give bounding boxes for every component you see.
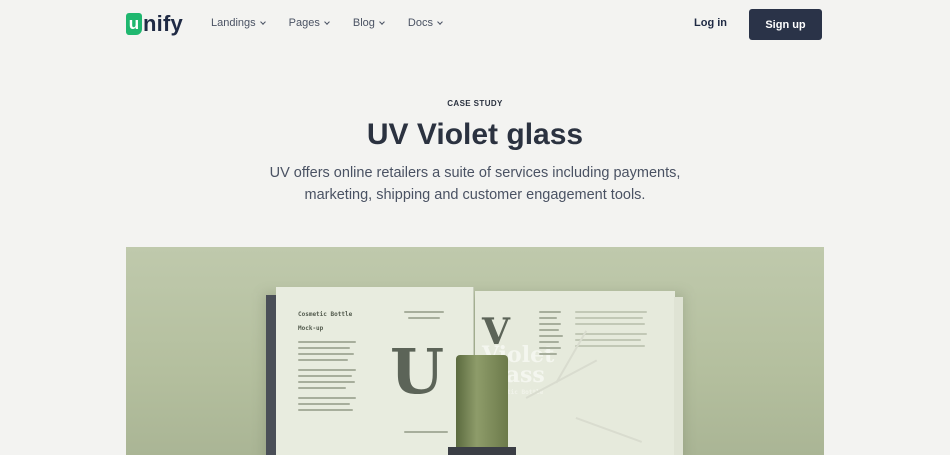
text-line [298,347,350,349]
text-line [298,375,352,377]
text-line [298,397,356,399]
left-page-subheading: Mock-up [298,325,324,332]
text-line [298,341,356,343]
nav-item-docs[interactable]: Docs [407,17,443,29]
signup-button[interactable]: Sign up [749,9,822,40]
text-line [539,347,561,349]
nav-item-blog[interactable]: Blog [352,17,385,29]
text-line [298,409,353,411]
text-line [539,353,557,355]
text-line [298,369,356,371]
chevron-down-icon [259,19,266,25]
text-line [539,335,563,337]
text-line [575,317,643,319]
top-nav: u nify Landings Pages Blog Docs Log in S… [0,0,950,50]
book-spine [266,295,276,455]
logo-text: nify [143,11,183,36]
text-line [298,403,350,405]
text-line [298,353,354,355]
text-line [298,359,348,361]
text-line [539,341,559,343]
bottle-pump-cap [456,355,508,455]
nav-item-label: Blog [352,17,375,29]
text-line [539,323,561,325]
text-line [539,329,559,331]
nav-item-pages[interactable]: Pages [288,17,330,29]
bottle-neck [448,447,516,455]
text-line [575,323,645,325]
text-line [298,387,346,389]
text-line [539,317,557,319]
nav-item-label: Landings [211,17,256,29]
unify-logo[interactable]: u nify [126,11,183,37]
case-study-hero-image: Cosmetic Bottle Mock-up U V Violet glass… [126,247,824,455]
logo-badge-icon: u [126,13,142,35]
text-line [539,311,561,313]
text-line [298,381,355,383]
chevron-down-icon [437,19,443,25]
text-line [575,333,647,335]
nav-item-label: Pages [288,17,320,29]
text-line [404,431,448,433]
chevron-down-icon [379,19,385,25]
case-study-eyebrow: CASE STUDY [447,99,503,108]
text-line [404,311,444,313]
page-subtitle: UV offers online retailers a suite of se… [269,165,681,203]
text-line [575,345,645,347]
left-page-letter: U [390,335,445,408]
login-link[interactable]: Log in [694,17,727,29]
book-left-page: Cosmetic Bottle Mock-up U [276,287,474,455]
text-line [575,311,647,313]
nav-item-label: Docs [407,17,433,29]
page-title: UV Violet glass [366,118,584,151]
main-nav: Landings Pages Blog Docs [211,17,466,29]
nav-item-landings[interactable]: Landings [211,17,266,29]
text-line [408,317,440,319]
book-page-edge [674,297,683,455]
text-line [575,339,641,341]
left-page-heading: Cosmetic Bottle [298,311,353,318]
chevron-down-icon [324,19,330,25]
